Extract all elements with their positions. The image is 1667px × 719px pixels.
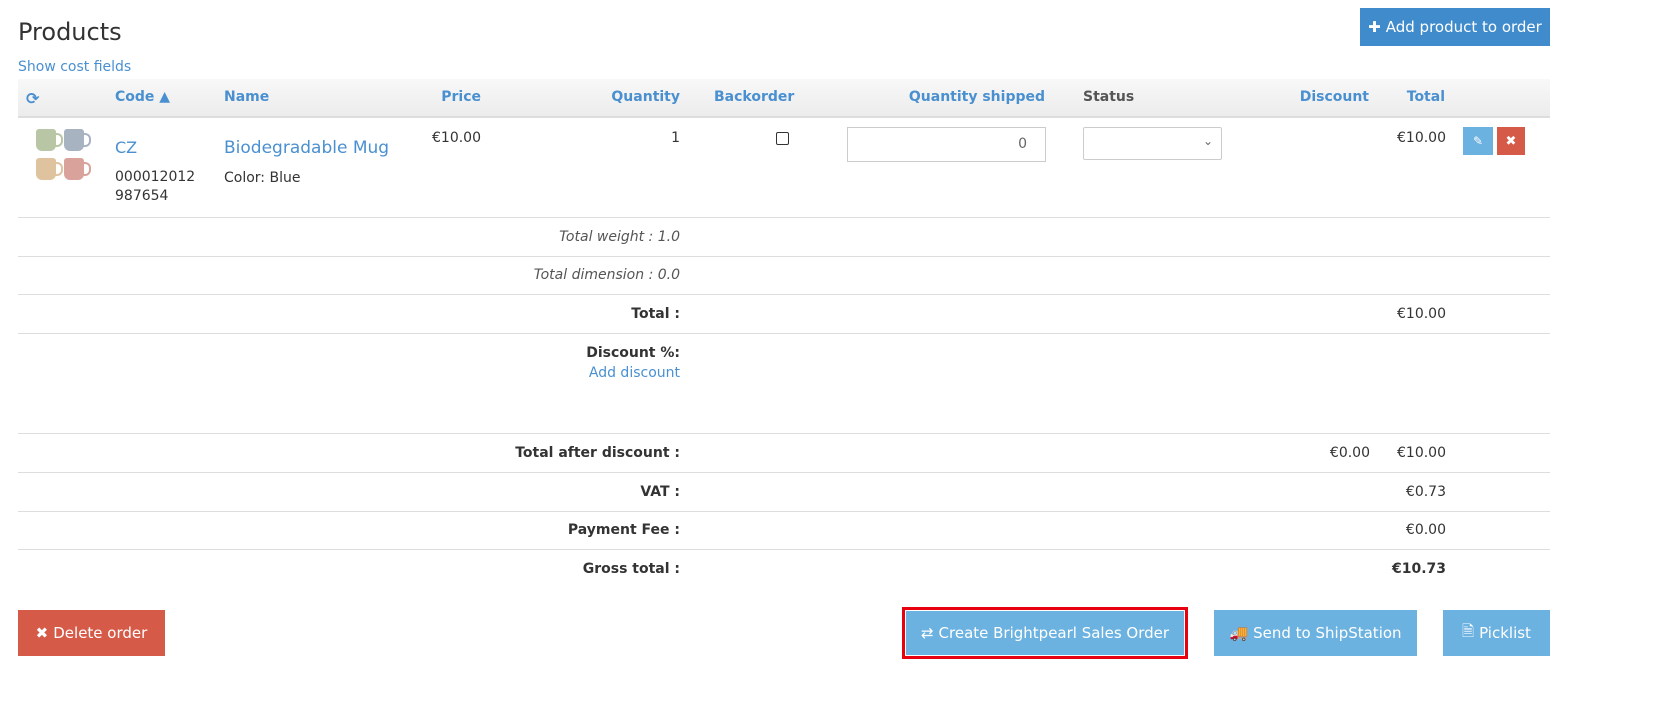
column-price[interactable]: Price	[441, 89, 481, 105]
column-total[interactable]: Total	[1407, 89, 1445, 105]
show-cost-fields-link[interactable]: Show cost fields	[18, 59, 131, 75]
refresh-icon[interactable]: ⟳	[26, 89, 39, 108]
send-to-shipstation-button[interactable]: 🚚 Send to ShipStation	[1214, 610, 1417, 656]
delete-order-label: Delete order	[53, 624, 148, 642]
product-variant: Color: Blue	[224, 170, 301, 186]
exchange-icon: ⇄	[920, 624, 934, 642]
gross-total-label: Gross total :	[582, 561, 680, 577]
vat-label: VAT :	[640, 484, 680, 500]
column-quantity-shipped[interactable]: Quantity shipped	[909, 89, 1045, 105]
create-brightpearl-label: Create Brightpearl Sales Order	[938, 624, 1170, 642]
plus-icon: ✚	[1368, 18, 1381, 36]
payment-fee-label: Payment Fee :	[567, 522, 680, 538]
total-value: €10.00	[1397, 306, 1446, 322]
discount-label: Discount %:	[586, 345, 680, 361]
remove-button[interactable]: ✖	[1497, 127, 1525, 155]
close-icon: ✖	[1505, 133, 1517, 149]
add-discount-link[interactable]: Add discount	[589, 365, 680, 381]
discount-amount: €0.00	[1329, 445, 1370, 461]
column-status: Status	[1083, 89, 1135, 105]
column-code[interactable]: Code ▲	[115, 89, 170, 105]
payment-fee-value: €0.00	[1405, 522, 1446, 538]
total-after-discount-value: €10.00	[1397, 445, 1446, 461]
total-dimension: Total dimension : 0.0	[533, 267, 680, 283]
truck-icon: 🚚	[1229, 624, 1249, 642]
total-weight: Total weight : 1.0	[559, 229, 680, 245]
product-code-link[interactable]: CZ	[115, 138, 137, 157]
column-backorder[interactable]: Backorder	[714, 89, 794, 105]
edit-button[interactable]: ✎	[1463, 127, 1493, 155]
send-to-shipstation-label: Send to ShipStation	[1253, 624, 1402, 642]
page-title: Products	[18, 18, 122, 46]
total-after-discount-label: Total after discount :	[515, 445, 680, 461]
gross-total-value: €10.73	[1391, 561, 1446, 577]
table-header: ⟳ Code ▲ Name Price Quantity Backorder Q…	[18, 79, 1550, 118]
backorder-checkbox[interactable]	[776, 132, 789, 145]
delete-order-button[interactable]: ✖ Delete order	[18, 610, 165, 656]
file-icon: 🗎	[1462, 621, 1475, 640]
picklist-button[interactable]: 🗎 Picklist	[1443, 610, 1550, 656]
quantity-shipped-input[interactable]: 0	[847, 127, 1046, 162]
pencil-icon: ✎	[1472, 134, 1484, 148]
add-product-label: Add product to order	[1385, 18, 1542, 36]
create-brightpearl-order-button[interactable]: ⇄ Create Brightpearl Sales Order	[906, 611, 1184, 655]
column-name[interactable]: Name	[224, 89, 269, 105]
status-select[interactable]: ⌄	[1083, 127, 1222, 160]
close-icon: ✖	[35, 624, 49, 642]
chevron-down-icon: ⌄	[1202, 134, 1213, 148]
vat-value: €0.73	[1405, 484, 1446, 500]
column-discount[interactable]: Discount	[1300, 89, 1369, 105]
product-total: €10.00	[1397, 130, 1446, 146]
add-product-button[interactable]: ✚ Add product to order	[1360, 8, 1550, 46]
product-price: €10.00	[432, 130, 481, 146]
column-quantity[interactable]: Quantity	[611, 89, 680, 105]
product-barcode: 000012012 987654	[115, 169, 196, 204]
picklist-label: Picklist	[1479, 624, 1531, 642]
total-label: Total :	[631, 306, 680, 322]
product-name-link[interactable]: Biodegradable Mug	[224, 138, 389, 158]
product-quantity: 1	[671, 130, 680, 146]
